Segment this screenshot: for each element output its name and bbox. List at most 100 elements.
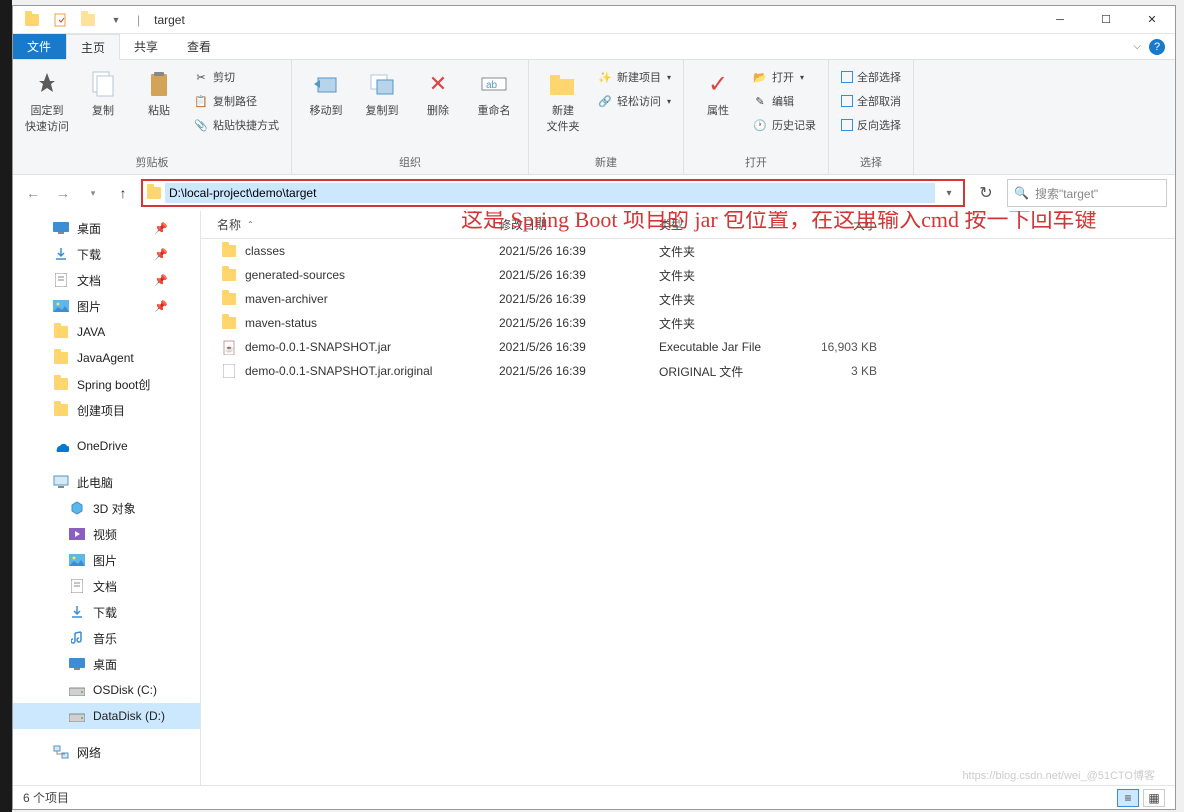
pin-quick-access-button[interactable]: 固定到 快速访问	[21, 64, 73, 134]
file-row[interactable]: maven-status 2021/5/26 16:39 文件夹	[201, 311, 1175, 335]
tab-file[interactable]: 文件	[13, 34, 66, 59]
up-button[interactable]: ↑	[111, 181, 135, 205]
pin-icon: 📌	[154, 222, 168, 235]
new-folder-button[interactable]: 新建 文件夹	[537, 64, 589, 134]
help-icon[interactable]: ?	[1149, 39, 1165, 55]
documents-icon	[53, 272, 69, 288]
nav-item-下载[interactable]: 下载📌	[13, 241, 200, 267]
navigation-pane[interactable]: 桌面📌下载📌文档📌图片📌JAVAJavaAgentSpring boot创创建项…	[13, 211, 201, 785]
qat-new-folder-icon[interactable]	[77, 9, 99, 31]
nav-item-JavaAgent[interactable]: JavaAgent	[13, 345, 200, 371]
onedrive-icon	[53, 438, 69, 454]
desktop-icon	[53, 220, 69, 236]
item-count: 6 个项目	[23, 789, 69, 806]
folder-icon	[221, 315, 237, 331]
copy-to-button[interactable]: 复制到	[356, 64, 408, 118]
disk-icon	[69, 708, 85, 724]
cut-button[interactable]: ✂剪切	[189, 66, 283, 88]
nav-item-下载[interactable]: 下载	[13, 599, 200, 625]
folder-icon	[221, 291, 237, 307]
minimize-button[interactable]: ─	[1037, 6, 1083, 34]
history-button[interactable]: 🕐历史记录	[748, 114, 820, 136]
nav-item-创建项目[interactable]: 创建项目	[13, 397, 200, 423]
tab-home[interactable]: 主页	[66, 34, 120, 60]
file-row[interactable]: generated-sources 2021/5/26 16:39 文件夹	[201, 263, 1175, 287]
open-button[interactable]: 📂打开▾	[748, 66, 820, 88]
file-row[interactable]: ☕demo-0.0.1-SNAPSHOT.jar 2021/5/26 16:39…	[201, 335, 1175, 359]
window-title: target	[154, 13, 185, 27]
nav-this-pc[interactable]: 此电脑	[13, 469, 200, 495]
nav-item-OSDisk (C:)[interactable]: OSDisk (C:)	[13, 677, 200, 703]
pin-icon: 📌	[154, 300, 168, 313]
paste-button[interactable]: 粘贴	[133, 64, 185, 118]
file-row[interactable]: demo-0.0.1-SNAPSHOT.jar.original 2021/5/…	[201, 359, 1175, 383]
address-bar[interactable]: ▾	[141, 179, 965, 207]
paste-shortcut-button[interactable]: 📎粘贴快捷方式	[189, 114, 283, 136]
address-input[interactable]	[165, 183, 935, 203]
ribbon-tabs: 文件 主页 共享 查看 ⌵ ?	[13, 34, 1175, 60]
nav-item-图片[interactable]: 图片📌	[13, 293, 200, 319]
app-icon[interactable]	[21, 9, 43, 31]
address-dropdown-icon[interactable]: ▾	[939, 188, 959, 199]
back-button[interactable]: ←	[21, 181, 45, 205]
close-button[interactable]: ✕	[1129, 6, 1175, 34]
select-none-button[interactable]: 全部取消	[837, 90, 905, 112]
qat-properties-icon[interactable]	[49, 9, 71, 31]
pc-icon	[53, 474, 69, 490]
nav-item-文档[interactable]: 文档📌	[13, 267, 200, 293]
forward-button[interactable]: →	[51, 181, 75, 205]
invert-selection-button[interactable]: 反向选择	[837, 114, 905, 136]
delete-button[interactable]: ✕删除	[412, 64, 464, 118]
search-box[interactable]: 🔍 搜索"target"	[1007, 179, 1167, 207]
nav-item-桌面[interactable]: 桌面📌	[13, 215, 200, 241]
nav-item-3D 对象[interactable]: 3D 对象	[13, 495, 200, 521]
select-all-button[interactable]: 全部选择	[837, 66, 905, 88]
easy-access-button[interactable]: 🔗轻松访问▾	[593, 90, 675, 112]
nav-onedrive[interactable]: OneDrive	[13, 433, 200, 459]
ribbon-collapse-icon[interactable]: ⌵	[1133, 41, 1141, 52]
column-headers[interactable]: 名称⌃ 修改日期 类型 大小	[201, 211, 1175, 239]
copy-path-button[interactable]: 📋复制路径	[189, 90, 283, 112]
ribbon: 固定到 快速访问 复制 粘贴 ✂剪切 📋复制路径 📎粘贴快捷方式 剪贴板	[13, 60, 1175, 175]
refresh-button[interactable]: ↻	[971, 179, 1001, 207]
folder-icon	[147, 187, 161, 199]
pictures-icon	[53, 298, 69, 314]
pin-icon: 📌	[154, 248, 168, 261]
nav-item-音乐[interactable]: 音乐	[13, 625, 200, 651]
statusbar: 6 个项目 ≡ ▦	[13, 785, 1175, 809]
qat-dropdown[interactable]: ▼	[105, 9, 127, 31]
new-item-button[interactable]: ✨新建项目▾	[593, 66, 675, 88]
nav-item-JAVA[interactable]: JAVA	[13, 319, 200, 345]
pictures-icon	[69, 552, 85, 568]
tab-view[interactable]: 查看	[173, 34, 226, 59]
nav-network[interactable]: 网络	[13, 739, 200, 765]
folder-icon	[53, 324, 69, 340]
3d-icon	[69, 500, 85, 516]
edit-button[interactable]: ✎编辑	[748, 90, 820, 112]
nav-item-Spring boot创[interactable]: Spring boot创	[13, 371, 200, 397]
rename-button[interactable]: ab重命名	[468, 64, 520, 118]
file-icon	[221, 363, 237, 379]
nav-item-桌面[interactable]: 桌面	[13, 651, 200, 677]
file-row[interactable]: classes 2021/5/26 16:39 文件夹	[201, 239, 1175, 263]
copy-button[interactable]: 复制	[77, 64, 129, 118]
downloads-icon	[53, 246, 69, 262]
svg-text:☕: ☕	[225, 344, 234, 353]
documents-icon	[69, 578, 85, 594]
icons-view-toggle[interactable]: ▦	[1143, 789, 1165, 807]
file-list[interactable]: classes 2021/5/26 16:39 文件夹 generated-so…	[201, 239, 1175, 785]
nav-item-图片[interactable]: 图片	[13, 547, 200, 573]
file-row[interactable]: maven-archiver 2021/5/26 16:39 文件夹	[201, 287, 1175, 311]
maximize-button[interactable]: ☐	[1083, 6, 1129, 34]
nav-item-文档[interactable]: 文档	[13, 573, 200, 599]
details-view-toggle[interactable]: ≡	[1117, 789, 1139, 807]
nav-item-DataDisk (D:)[interactable]: DataDisk (D:)	[13, 703, 200, 729]
properties-button[interactable]: ✓属性	[692, 64, 744, 118]
folder-icon	[53, 402, 69, 418]
nav-item-视频[interactable]: 视频	[13, 521, 200, 547]
move-to-button[interactable]: 移动到	[300, 64, 352, 118]
recent-dropdown[interactable]: ▾	[81, 181, 105, 205]
desktop-icon	[69, 656, 85, 672]
tab-share[interactable]: 共享	[120, 34, 173, 59]
folder-icon	[221, 243, 237, 259]
